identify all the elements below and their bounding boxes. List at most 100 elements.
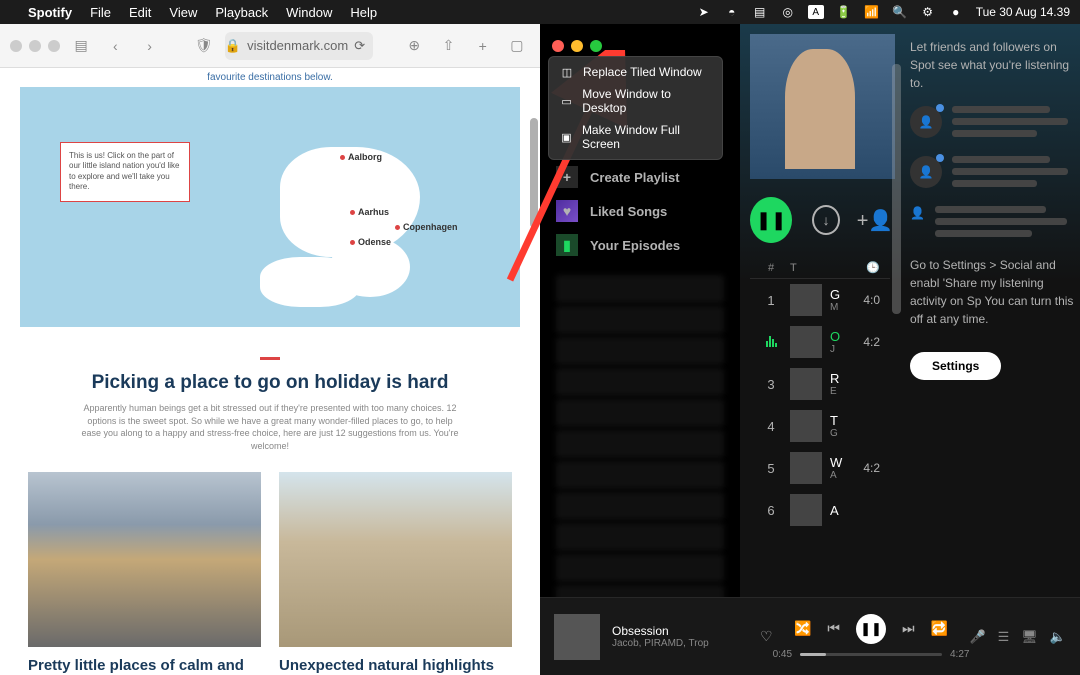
track-thumb: [790, 326, 822, 358]
playlist-item[interactable]: [556, 399, 724, 427]
progress-track[interactable]: [800, 653, 942, 656]
status-icon-3[interactable]: ▤: [752, 4, 768, 20]
playlist-item[interactable]: [556, 306, 724, 334]
friend-placeholder: 👤: [910, 206, 1074, 242]
previous-button[interactable]: ⏮: [827, 620, 840, 637]
settings-button[interactable]: Settings: [910, 352, 1001, 380]
macos-menubar: Spotify File Edit View Playback Window H…: [0, 0, 1080, 24]
now-playing-thumb[interactable]: [554, 614, 600, 660]
menubar-app-name[interactable]: Spotify: [28, 5, 72, 20]
playlist-item[interactable]: [556, 585, 724, 597]
safari-traffic-lights: [10, 40, 60, 52]
extension-icon[interactable]: ⊕: [401, 32, 427, 60]
player-right-controls: 🎤 ☰ 🖥 🔈: [969, 629, 1066, 645]
playlist-item[interactable]: [556, 523, 724, 551]
back-button[interactable]: ‹: [102, 32, 128, 60]
card-2[interactable]: Unexpected natural highlights: [279, 472, 512, 675]
queue-button[interactable]: ☰: [998, 629, 1010, 645]
city-aalborg[interactable]: Aalborg: [340, 152, 382, 162]
city-odense[interactable]: Odense: [350, 237, 391, 247]
elapsed-time: 0:45: [773, 649, 792, 660]
now-playing-info[interactable]: Obsession Jacob, PIRAMD, Trop: [612, 624, 752, 649]
spotify-scrollbar[interactable]: [892, 64, 901, 314]
menu-edit[interactable]: Edit: [129, 5, 151, 20]
safari-zoom-button[interactable]: [48, 40, 60, 52]
safari-minimize-button[interactable]: [29, 40, 41, 52]
wifi-icon[interactable]: 📶: [864, 4, 880, 20]
player-bar: Obsession Jacob, PIRAMD, Trop ♡ 🔀 ⏮ ❚❚ ⏭…: [540, 597, 1080, 675]
menu-move-desktop[interactable]: ▭Move Window to Desktop: [549, 83, 722, 119]
playlist-view[interactable]: ❚❚ ↓ +👤 # T 🕒 1 GM 4:0: [740, 24, 900, 597]
reload-icon[interactable]: ⟳: [354, 38, 373, 54]
playlist-cover[interactable]: [750, 34, 895, 179]
avatar-icon: 👤: [910, 156, 942, 188]
forward-button[interactable]: ›: [136, 32, 162, 60]
header-title[interactable]: T: [782, 262, 844, 274]
playlist-item[interactable]: [556, 492, 724, 520]
spotlight-icon[interactable]: 🔍: [892, 4, 908, 20]
track-row[interactable]: 4 TG: [750, 405, 890, 447]
track-row[interactable]: 3 RE: [750, 363, 890, 405]
privacy-report-icon[interactable]: 🛡: [191, 32, 217, 60]
track-thumb: [790, 452, 822, 484]
progress-bar[interactable]: 0:45 4:27: [773, 649, 970, 660]
devices-button[interactable]: 🖥: [1021, 629, 1038, 645]
menubar-status-area: ➤ ◓ ▤ ◎ A 🔋 📶 🔍 ⚙ ● Tue 30 Aug 14.39: [696, 4, 1070, 20]
clock-icon[interactable]: 🕒: [844, 261, 880, 274]
menu-help[interactable]: Help: [350, 5, 377, 20]
friend-panel-intro: Let friends and followers on Spot see wh…: [910, 38, 1074, 92]
track-row[interactable]: OJ 4:2: [750, 321, 890, 363]
now-playing-title: Obsession: [612, 624, 752, 638]
lyrics-button[interactable]: 🎤: [969, 629, 985, 645]
playlist-item[interactable]: [556, 368, 724, 396]
play-all-button[interactable]: ❚❚: [750, 197, 792, 243]
spotify-window: ◫Replace Tiled Window ▭Move Window to De…: [540, 24, 1080, 675]
menubar-datetime[interactable]: Tue 30 Aug 14.39: [976, 5, 1070, 19]
menu-playback[interactable]: Playback: [215, 5, 268, 20]
now-playing-artist: Jacob, PIRAMD, Trop: [612, 638, 752, 649]
status-icon-4[interactable]: ◎: [780, 4, 796, 20]
track-row[interactable]: 1 GM 4:0: [750, 279, 890, 321]
track-thumb: [790, 368, 822, 400]
safari-close-button[interactable]: [10, 40, 22, 52]
download-button[interactable]: ↓: [812, 205, 840, 235]
card-1-title: Pretty little places of calm and tranqui…: [28, 657, 261, 675]
menu-window[interactable]: Window: [286, 5, 332, 20]
menu-view[interactable]: View: [169, 5, 197, 20]
keyboard-input-icon[interactable]: A: [808, 5, 824, 19]
add-user-button[interactable]: +👤: [860, 205, 890, 235]
card-2-title: Unexpected natural highlights: [279, 657, 512, 675]
siri-icon[interactable]: ●: [948, 4, 964, 20]
header-number[interactable]: #: [760, 262, 782, 274]
card-1[interactable]: Pretty little places of calm and tranqui…: [28, 472, 261, 675]
volume-button[interactable]: 🔈: [1050, 629, 1066, 645]
next-button[interactable]: ⏭: [902, 620, 915, 637]
track-row[interactable]: 5 WA 4:2: [750, 447, 890, 489]
track-row[interactable]: 6 A: [750, 489, 890, 531]
city-aarhus[interactable]: Aarhus: [350, 207, 389, 217]
battery-icon[interactable]: 🔋: [836, 4, 852, 20]
card-1-image: [28, 472, 261, 647]
play-pause-button[interactable]: ❚❚: [856, 614, 886, 644]
control-center-icon[interactable]: ⚙: [920, 4, 936, 20]
menu-file[interactable]: File: [90, 5, 111, 20]
like-button[interactable]: ♡: [760, 628, 773, 645]
total-time: 4:27: [950, 649, 969, 660]
playlist-item[interactable]: [556, 554, 724, 582]
section-subtext: Apparently human beings get a bit stress…: [80, 402, 460, 452]
status-icon-2[interactable]: ◓: [724, 4, 740, 20]
shuffle-button[interactable]: 🔀: [794, 620, 811, 637]
playlist-item[interactable]: [556, 461, 724, 489]
menu-fullscreen[interactable]: ▣Make Window Full Screen: [549, 119, 722, 155]
menu-replace-tiled[interactable]: ◫Replace Tiled Window: [549, 61, 722, 83]
playlist-controls: ❚❚ ↓ +👤: [750, 197, 890, 243]
playlist-list[interactable]: [540, 262, 740, 597]
playlist-item[interactable]: [556, 337, 724, 365]
desktop-icon: ▭: [559, 95, 574, 108]
friend-panel-footer: Go to Settings > Social and enabl 'Share…: [910, 256, 1074, 328]
repeat-button[interactable]: 🔁: [931, 620, 948, 637]
status-icon-1[interactable]: ➤: [696, 4, 712, 20]
sidebar-toggle-icon[interactable]: ▤: [68, 32, 94, 60]
address-bar[interactable]: 🔒 visitdenmark.com ⟳: [225, 32, 373, 60]
playlist-item[interactable]: [556, 430, 724, 458]
